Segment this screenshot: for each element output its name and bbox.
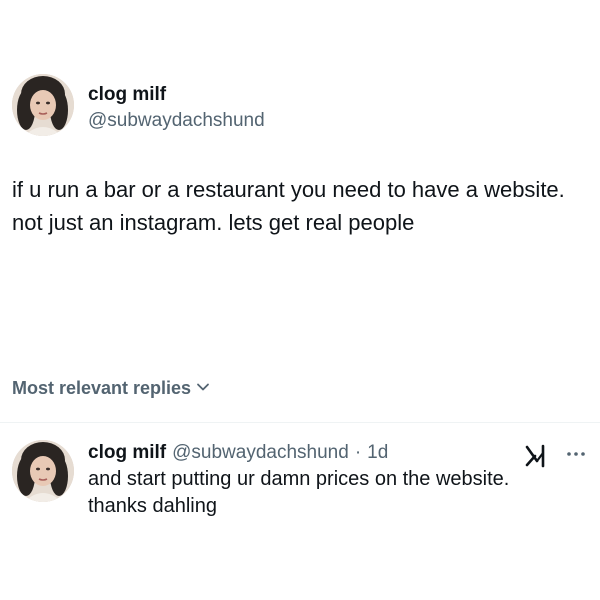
author-display-name[interactable]: clog milf <box>88 84 166 106</box>
chevron-down-icon <box>196 378 210 399</box>
reply-header: clog milf @subwaydachshund · 1d <box>88 442 388 464</box>
author-handle[interactable]: @subwaydachshund <box>88 110 265 132</box>
avatar-image <box>12 440 74 502</box>
replies-sort-label: Most relevant replies <box>12 378 192 398</box>
reply-text: and start putting ur damn prices on the … <box>88 468 510 517</box>
more-options-icon[interactable] <box>565 445 587 463</box>
reply-separator: · <box>354 442 362 463</box>
avatar-image <box>12 74 74 136</box>
author-avatar[interactable] <box>12 74 74 136</box>
tweet-text: if u run a bar or a restaurant you need … <box>12 177 565 235</box>
reply-author-display-name[interactable]: clog milf <box>88 442 166 464</box>
section-divider <box>0 422 600 423</box>
reply-author-avatar[interactable] <box>12 440 74 502</box>
replies-sort-dropdown[interactable]: Most relevant replies <box>12 378 210 399</box>
reply-timestamp[interactable]: 1d <box>367 442 388 464</box>
reply-author-handle[interactable]: @subwaydachshund <box>172 442 349 464</box>
